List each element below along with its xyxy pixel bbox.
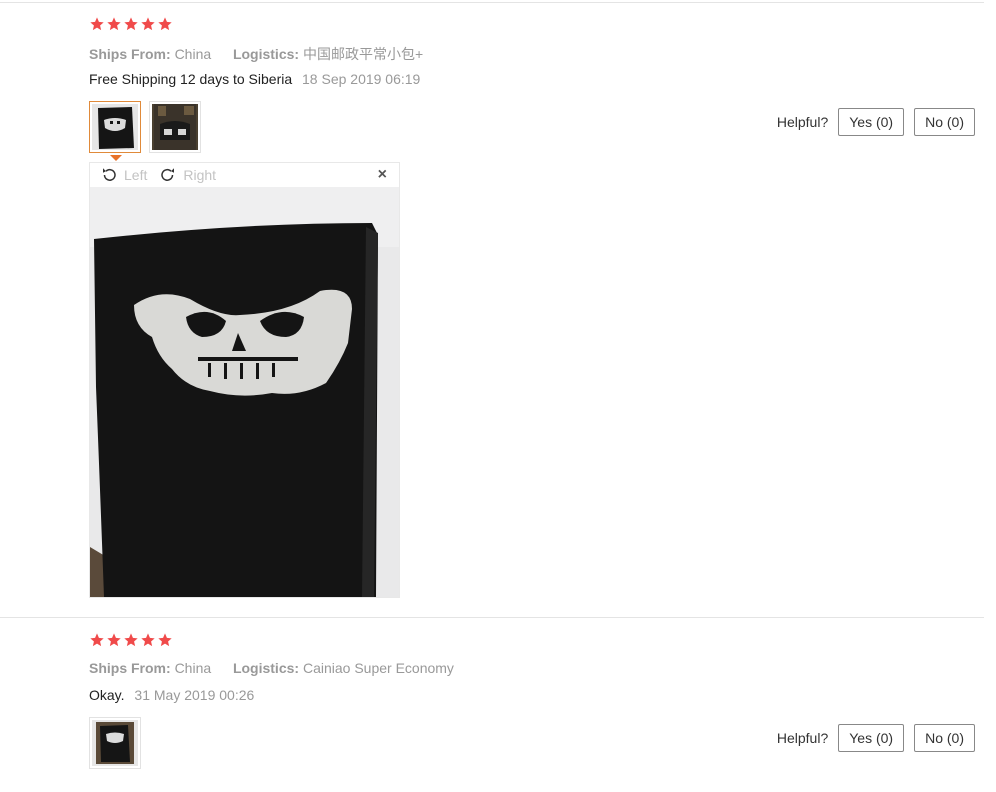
- star-icon: [123, 632, 139, 648]
- star-icon: [157, 632, 173, 648]
- review-thumbnail[interactable]: [89, 717, 141, 769]
- helpful-label: Helpful?: [776, 730, 829, 746]
- star-icon: [106, 16, 122, 32]
- review-photo-large: [90, 187, 399, 597]
- review-thumbnail[interactable]: [89, 101, 141, 161]
- star-rating: [89, 16, 173, 34]
- star-icon: [106, 632, 122, 648]
- logistics-label: Logistics:: [232, 660, 300, 676]
- rotate-right-label: Right: [183, 167, 217, 183]
- selected-caret: [110, 155, 122, 161]
- shipping-meta: Ships From: China Logistics: 中国邮政平常小包+: [89, 44, 423, 64]
- close-icon[interactable]: ×: [378, 166, 387, 184]
- ships-from-label: Ships From:: [89, 46, 171, 62]
- review-text: Okay.: [89, 687, 125, 703]
- ships-from-value: China: [174, 46, 212, 62]
- ships-from-label: Ships From:: [89, 660, 171, 676]
- helpful-yes-button[interactable]: Yes (0): [838, 724, 905, 752]
- logistics-value: 中国邮政平常小包+: [302, 46, 424, 62]
- helpful-no-button[interactable]: No (0): [914, 724, 975, 752]
- logistics-label: Logistics:: [232, 46, 300, 62]
- helpful-section: Helpful? Yes (0) No (0): [777, 108, 975, 136]
- review-date: 18 Sep 2019 06:19: [302, 71, 421, 87]
- helpful-yes-button[interactable]: Yes (0): [838, 108, 905, 136]
- rotate-left-icon: [100, 166, 118, 184]
- ships-from-value: China: [174, 660, 212, 676]
- star-icon: [89, 632, 105, 648]
- helpful-section: Helpful? Yes (0) No (0): [777, 724, 975, 752]
- image-viewer: Left Right ×: [89, 162, 400, 598]
- review-thumbnails: [89, 101, 201, 161]
- shipping-meta: Ships From: China Logistics: Cainiao Sup…: [89, 660, 454, 676]
- rotate-right-button[interactable]: Right: [159, 166, 216, 184]
- review-date: 31 May 2019 00:26: [134, 687, 255, 703]
- rotate-right-icon: [159, 166, 177, 184]
- logistics-value: Cainiao Super Economy: [302, 660, 454, 676]
- star-rating: [89, 632, 173, 650]
- review-item: Ships From: China Logistics: Cainiao Sup…: [0, 616, 996, 792]
- rotate-left-label: Left: [124, 167, 148, 183]
- rotate-left-button[interactable]: Left: [100, 166, 147, 184]
- helpful-label: Helpful?: [776, 114, 829, 130]
- star-icon: [123, 16, 139, 32]
- star-icon: [89, 16, 105, 32]
- review-content: Free Shipping 12 days to Siberia 18 Sep …: [89, 71, 420, 87]
- review-thumbnail[interactable]: [149, 101, 201, 153]
- star-icon: [157, 16, 173, 32]
- viewer-toolbar: Left Right ×: [90, 163, 399, 187]
- review-text: Free Shipping 12 days to Siberia: [89, 71, 293, 87]
- review-item: Ships From: China Logistics: 中国邮政平常小包+ F…: [0, 0, 996, 618]
- review-thumbnails: [89, 717, 141, 769]
- star-icon: [140, 632, 156, 648]
- review-content: Okay. 31 May 2019 00:26: [89, 687, 254, 703]
- star-icon: [140, 16, 156, 32]
- helpful-no-button[interactable]: No (0): [914, 108, 975, 136]
